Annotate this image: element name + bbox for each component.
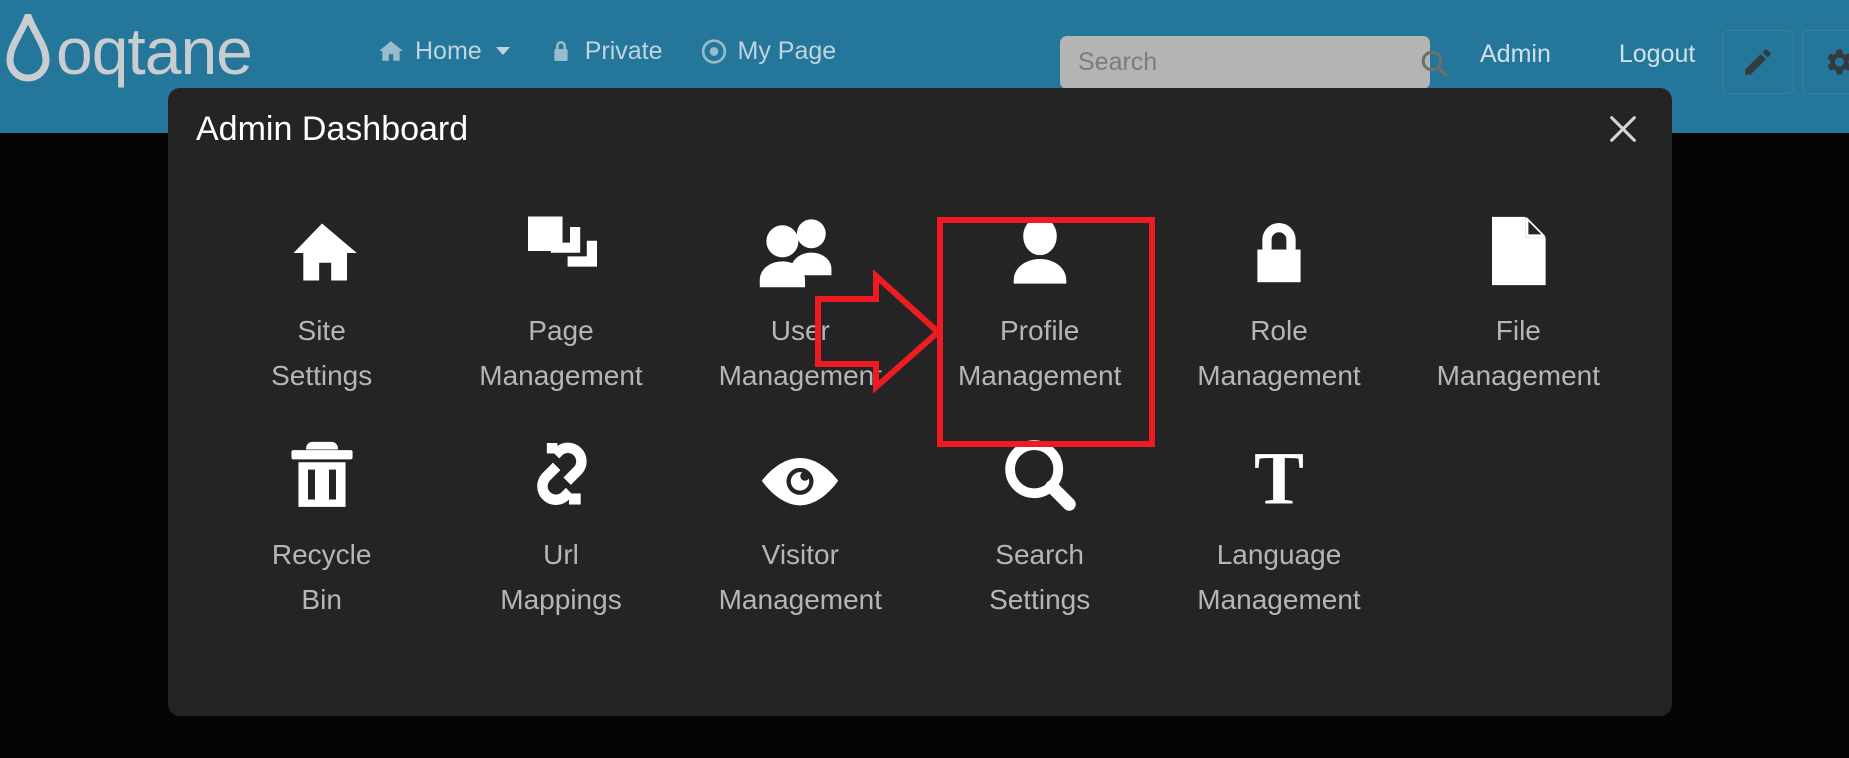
- settings-button[interactable]: [1802, 30, 1849, 94]
- tile-label: Search Settings: [989, 532, 1090, 622]
- file-document-icon: [1482, 198, 1554, 290]
- tile-label-line2: Settings: [271, 360, 373, 391]
- close-button[interactable]: [1598, 104, 1648, 154]
- home-icon: [282, 198, 362, 290]
- tile-label-line2: Management: [479, 360, 643, 391]
- close-icon: [1610, 116, 1636, 142]
- tile-label: Role Management: [1197, 308, 1360, 398]
- tile-label-line1: Recycle: [271, 539, 372, 570]
- search-submit-button[interactable]: [1418, 36, 1450, 89]
- text-t-icon: T: [1243, 422, 1315, 514]
- tile-label: User Management: [719, 308, 882, 398]
- page-title: Admin Dashboard: [196, 110, 469, 148]
- toolbar-buttons: [1722, 30, 1849, 94]
- tile-role-management[interactable]: Role Management: [1159, 192, 1398, 398]
- tile-recycle-bin[interactable]: Recycle Bin: [202, 416, 441, 622]
- home-icon: [378, 38, 404, 64]
- search-icon: [1421, 50, 1448, 77]
- tile-label-line1: Role: [1250, 315, 1308, 346]
- tile-search-settings[interactable]: Search Settings: [920, 416, 1159, 622]
- pages-stack-icon: [520, 198, 602, 290]
- users-group-icon: [756, 198, 844, 290]
- nav-item-private[interactable]: Private: [548, 36, 663, 66]
- admin-dashboard-modal: Admin Dashboard Site Settings Page Manag…: [168, 88, 1672, 716]
- tile-label: Page Management: [479, 308, 642, 398]
- magnifier-icon: [1001, 422, 1079, 514]
- tile-label-line1: File: [1495, 315, 1541, 346]
- tile-page-management[interactable]: Page Management: [441, 192, 680, 398]
- tile-label-line1: Site: [297, 315, 346, 346]
- tile-url-mappings[interactable]: Url Mappings: [441, 416, 680, 622]
- eye-icon: [757, 422, 843, 514]
- broken-link-icon: [521, 422, 601, 514]
- brand-logo[interactable]: oqtane: [6, 14, 253, 88]
- nav-item-home-label: Home: [415, 37, 482, 65]
- tile-label-line1: Page: [528, 315, 594, 346]
- tile-profile-management[interactable]: Profile Management: [920, 192, 1159, 398]
- lock-icon: [548, 38, 574, 64]
- tile-label: Visitor Management: [719, 532, 882, 622]
- target-icon: [701, 38, 727, 64]
- search-input[interactable]: [1060, 36, 1418, 89]
- tile-label-line1: User: [770, 315, 830, 346]
- tile-label-line1: Search: [995, 539, 1084, 570]
- tile-label: File Management: [1437, 308, 1600, 398]
- trash-bin-icon: [287, 422, 357, 514]
- tile-label-line1: Url: [543, 539, 579, 570]
- tile-label: Profile Management: [958, 308, 1121, 398]
- nav-links: Home Private My Page: [378, 36, 836, 66]
- tile-visitor-management[interactable]: Visitor Management: [681, 416, 920, 622]
- tile-label-line2: Mappings: [500, 584, 622, 615]
- tile-language-management[interactable]: T Language Management: [1159, 416, 1398, 622]
- tile-label-line2: Management: [957, 360, 1122, 391]
- tile-user-management[interactable]: User Management: [681, 192, 920, 398]
- chevron-down-icon: [495, 47, 510, 55]
- tile-site-settings[interactable]: Site Settings: [202, 192, 441, 398]
- tile-label-line2: Management: [1197, 360, 1361, 391]
- tile-label: Recycle Bin: [272, 532, 372, 622]
- gear-icon: [1827, 49, 1849, 75]
- admin-link[interactable]: Admin: [1480, 40, 1551, 69]
- search-box[interactable]: [1060, 36, 1448, 89]
- tile-label-line2: Management: [718, 360, 883, 391]
- nav-item-my-page-label: My Page: [737, 37, 837, 65]
- account-links: Admin Logout: [1480, 40, 1695, 69]
- pencil-icon: [1745, 49, 1771, 75]
- nav-item-home[interactable]: Home: [378, 36, 510, 66]
- tile-label-line2: Bin: [301, 584, 342, 615]
- tile-label-line2: Management: [1436, 360, 1601, 391]
- brand-name: oqtane: [56, 14, 253, 88]
- water-drop-logo-icon: [6, 14, 50, 82]
- admin-tile-grid: Site Settings Page Management User Manag…: [168, 170, 1672, 622]
- tile-label-line1: Language: [1216, 539, 1342, 570]
- tile-label-line2: Management: [718, 584, 883, 615]
- tile-label-line2: Management: [1197, 584, 1361, 615]
- tile-file-management[interactable]: File Management: [1399, 192, 1638, 398]
- tile-label-line2: Settings: [989, 584, 1091, 615]
- logout-link[interactable]: Logout: [1619, 40, 1695, 69]
- user-person-icon: [1001, 198, 1079, 290]
- tile-label: Url Mappings: [500, 532, 621, 622]
- tile-label-line1: Profile: [999, 315, 1080, 346]
- tile-label: Language Management: [1197, 532, 1360, 622]
- lock-icon: [1242, 198, 1316, 290]
- screen: oqtane Home Private My Page Search Admin…: [0, 0, 1849, 758]
- modal-header: Admin Dashboard: [168, 88, 1672, 170]
- svg-text:T: T: [1254, 438, 1304, 514]
- tile-label: Site Settings: [271, 308, 372, 398]
- edit-button[interactable]: [1722, 30, 1794, 94]
- tile-label-line1: Visitor: [761, 539, 839, 570]
- nav-item-my-page[interactable]: My Page: [701, 36, 837, 66]
- nav-item-private-label: Private: [584, 37, 663, 65]
